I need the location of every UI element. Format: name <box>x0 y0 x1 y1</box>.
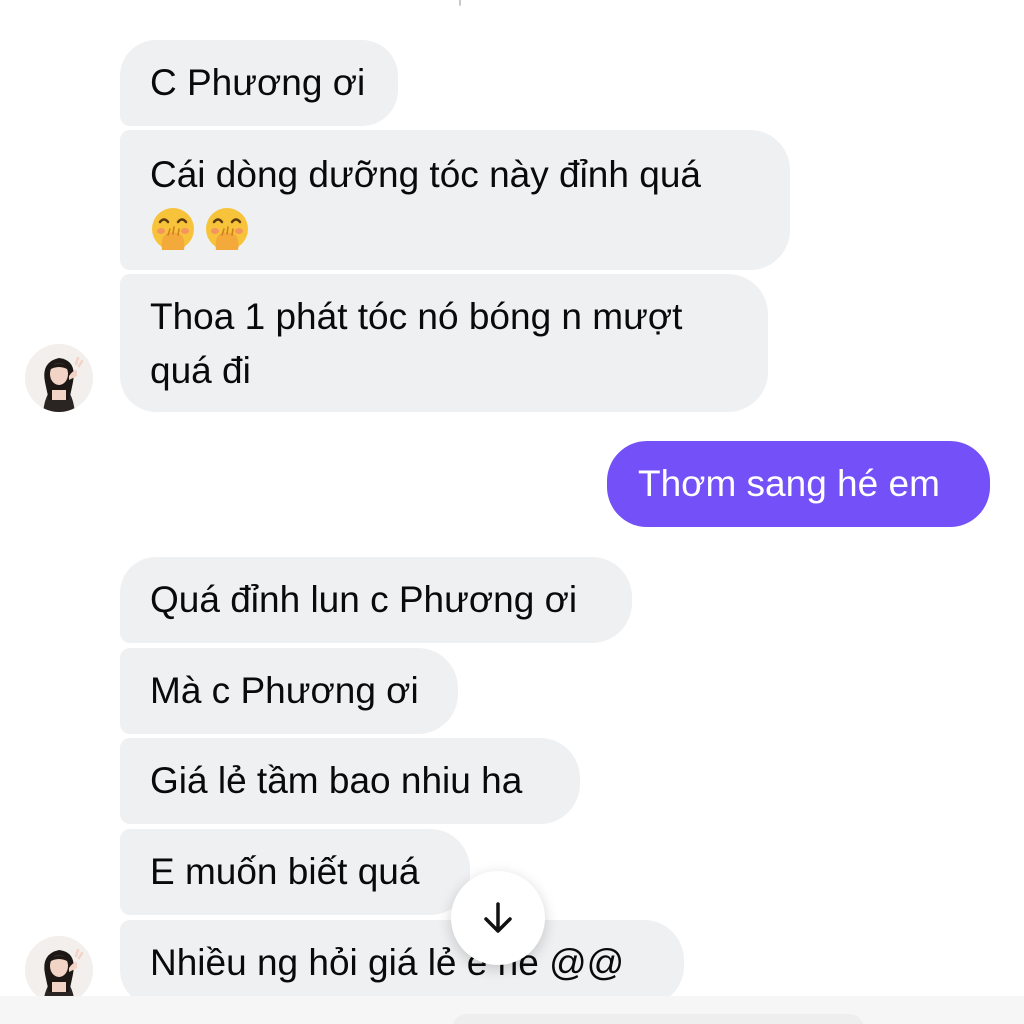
scroll-to-bottom-button[interactable] <box>451 871 545 965</box>
partial-bubble <box>452 1014 864 1024</box>
chat-screen: C Phương ơi Cái dòng dưỡng tóc này đỉnh … <box>0 0 1024 1024</box>
message-text: E muốn biết quá <box>150 851 420 892</box>
contact-avatar[interactable] <box>25 936 93 1004</box>
message-text: quá đi <box>150 350 251 391</box>
emoji-row <box>150 202 760 256</box>
message-text: Thoa 1 phát tóc nó bóng n mượt <box>150 296 683 337</box>
avatar-image <box>25 344 93 412</box>
incoming-message-3[interactable]: Thoa 1 phát tóc nó bóng n mượt quá đi <box>120 274 768 412</box>
message-text: Nhiều ng hỏi giá lẻ e ne @@ <box>150 942 625 983</box>
incoming-message-1[interactable]: C Phương ơi <box>120 40 398 126</box>
message-text: Giá lẻ tầm bao nhiu ha <box>150 760 523 801</box>
incoming-message-8[interactable]: E muốn biết quá <box>120 829 470 915</box>
contact-avatar[interactable] <box>25 344 93 412</box>
message-text: Cái dòng dưỡng tóc này đỉnh quá <box>150 154 701 195</box>
message-text: Thơm sang hé em <box>638 463 940 504</box>
avatar-image <box>25 936 93 1004</box>
top-indicator <box>459 0 461 6</box>
face-with-hand-over-mouth-icon <box>152 208 194 250</box>
arrow-down-icon <box>484 902 512 933</box>
incoming-message-9[interactable]: Nhiều ng hỏi giá lẻ e ne @@ <box>120 920 684 1006</box>
message-text: C Phương ơi <box>150 62 366 103</box>
incoming-message-6[interactable]: Mà c Phương ơi <box>120 648 458 734</box>
outgoing-message-1[interactable]: Thơm sang hé em <box>607 441 990 527</box>
incoming-message-7[interactable]: Giá lẻ tầm bao nhiu ha <box>120 738 580 824</box>
face-with-hand-over-mouth-icon <box>206 208 248 250</box>
incoming-message-2[interactable]: Cái dòng dưỡng tóc này đỉnh quá <box>120 130 790 270</box>
incoming-message-5[interactable]: Quá đỉnh lun c Phương ơi <box>120 557 632 643</box>
message-text: Quá đỉnh lun c Phương ơi <box>150 579 578 620</box>
message-text: Mà c Phương ơi <box>150 670 419 711</box>
